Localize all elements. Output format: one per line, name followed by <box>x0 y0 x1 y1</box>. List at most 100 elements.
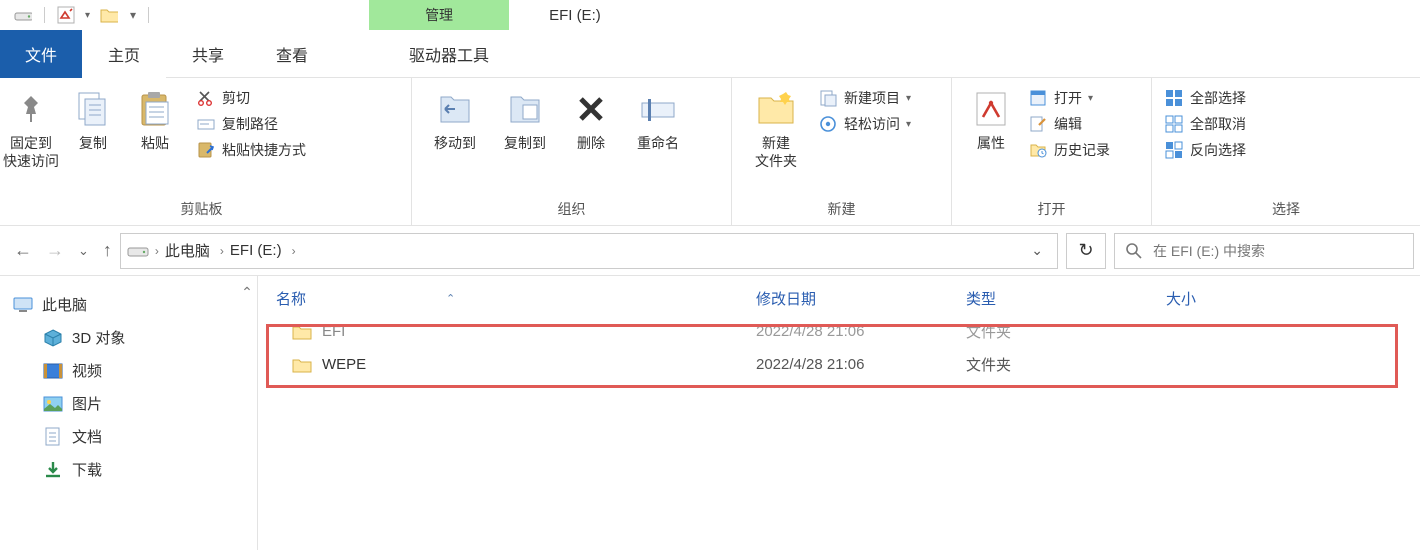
new-item-icon <box>818 88 838 108</box>
contextual-tab-manage[interactable]: 管理 <box>369 0 509 30</box>
qat-divider <box>44 7 45 23</box>
file-type: 文件夹 <box>966 321 1166 342</box>
breadcrumb-this-pc[interactable]: 此电脑› <box>165 240 224 261</box>
paste-label: 粘贴 <box>141 134 169 152</box>
cut-button[interactable]: 剪切 <box>196 88 306 108</box>
nav-pictures[interactable]: 图片 <box>0 387 237 420</box>
ribbon: 固定到 快速访问 复制 粘贴 剪切 <box>0 78 1420 226</box>
nav-3d-objects[interactable]: 3D 对象 <box>0 321 237 354</box>
tab-share[interactable]: 共享 <box>166 30 250 78</box>
search-icon <box>1125 242 1143 260</box>
column-modified[interactable]: 修改日期 <box>756 288 966 309</box>
title-bar: ▾ ▾ 管理 EFI (E:) <box>0 0 1420 30</box>
chevron-right-icon[interactable]: › <box>292 244 296 258</box>
back-button[interactable]: ← <box>14 240 32 261</box>
folder-qat-icon[interactable] <box>100 6 118 24</box>
paste-button[interactable]: 粘贴 <box>124 82 186 152</box>
open-button[interactable]: 打开 ▾ <box>1028 88 1110 108</box>
organize-group-label: 组织 <box>420 195 723 225</box>
refresh-button[interactable]: ↻ <box>1066 233 1106 269</box>
address-bar[interactable]: › 此电脑› EFI (E:)› ⌄ <box>120 233 1058 269</box>
new-folder-button[interactable]: 新建 文件夹 <box>740 82 812 170</box>
move-to-label: 移动到 <box>434 134 476 152</box>
nav-this-pc-label: 此电脑 <box>42 294 87 315</box>
new-item-button[interactable]: 新建项目 ▾ <box>818 88 911 108</box>
tab-view[interactable]: 查看 <box>250 30 334 78</box>
video-icon <box>42 361 64 381</box>
column-name[interactable]: 名称 <box>276 288 306 309</box>
move-to-icon <box>434 88 476 130</box>
file-row[interactable]: WEPE 2022/4/28 21:06 文件夹 <box>258 348 1420 381</box>
open-label: 打开 <box>1054 88 1082 108</box>
move-to-button[interactable]: 移动到 <box>420 82 490 152</box>
invert-selection-button[interactable]: 反向选择 <box>1164 140 1246 160</box>
copy-label: 复制 <box>79 134 107 152</box>
easy-access-button[interactable]: 轻松访问 ▾ <box>818 114 911 134</box>
column-type[interactable]: 类型 <box>966 288 1166 309</box>
delete-icon <box>570 88 612 130</box>
ribbon-group-new: 新建 文件夹 新建项目 ▾ 轻松访问 ▾ 新建 <box>732 78 952 225</box>
copy-to-icon <box>504 88 546 130</box>
qat-dropdown-icon[interactable]: ▾ <box>85 10 90 21</box>
copy-path-button[interactable]: 复制路径 <box>196 114 306 134</box>
column-size[interactable]: 大小 <box>1166 288 1286 309</box>
forward-button[interactable]: → <box>46 240 64 261</box>
nav-downloads[interactable]: 下载 <box>0 453 237 486</box>
ribbon-group-select: 全部选择 全部取消 反向选择 选择 <box>1152 78 1420 225</box>
select-none-icon <box>1164 114 1184 134</box>
tab-drive-tools[interactable]: 驱动器工具 <box>379 30 519 78</box>
edit-label: 编辑 <box>1054 114 1082 134</box>
chevron-right-icon[interactable]: › <box>155 244 159 258</box>
properties-label: 属性 <box>977 134 1005 152</box>
dropdown-icon: ▾ <box>1088 93 1093 104</box>
recent-locations-button[interactable]: ⌄ <box>78 243 89 259</box>
sidebar-scroll-up-icon[interactable]: ⌃ <box>237 276 257 550</box>
history-label: 历史记录 <box>1054 140 1110 160</box>
cube-icon <box>42 328 64 348</box>
copy-path-label: 复制路径 <box>222 114 278 134</box>
properties-qat-icon[interactable] <box>57 6 75 24</box>
copy-path-icon <box>196 114 216 134</box>
rename-label: 重命名 <box>637 134 679 152</box>
invert-selection-icon <box>1164 140 1184 160</box>
paste-shortcut-label: 粘贴快捷方式 <box>222 140 306 160</box>
breadcrumb-drive[interactable]: EFI (E:)› <box>230 242 296 259</box>
search-box[interactable]: 在 EFI (E:) 中搜索 <box>1114 233 1414 269</box>
this-pc-icon <box>12 295 34 315</box>
nav-this-pc[interactable]: 此电脑 <box>0 288 237 321</box>
tab-home[interactable]: 主页 <box>82 30 166 78</box>
delete-button[interactable]: 删除 <box>560 82 622 152</box>
window-title: EFI (E:) <box>549 7 601 24</box>
rename-button[interactable]: 重命名 <box>622 82 694 152</box>
select-all-button[interactable]: 全部选择 <box>1164 88 1246 108</box>
file-row[interactable]: EFI 2022/4/28 21:06 文件夹 <box>258 315 1420 348</box>
drive-crumb-icon <box>127 243 149 259</box>
pin-label: 固定到 快速访问 <box>3 134 59 170</box>
nav-documents[interactable]: 文档 <box>0 420 237 453</box>
pin-to-quick-access-button[interactable]: 固定到 快速访问 <box>0 82 62 170</box>
qat-customize-icon[interactable]: ▾ <box>130 8 136 22</box>
file-list-pane: 名称 ⌃ 修改日期 类型 大小 EFI 2022/4/28 21:06 文件夹 … <box>258 276 1420 550</box>
paste-shortcut-button[interactable]: 粘贴快捷方式 <box>196 140 306 160</box>
tab-file[interactable]: 文件 <box>0 30 82 78</box>
history-button[interactable]: 历史记录 <box>1028 140 1110 160</box>
select-none-button[interactable]: 全部取消 <box>1164 114 1246 134</box>
ribbon-group-clipboard: 固定到 快速访问 复制 粘贴 剪切 <box>0 78 412 225</box>
chevron-right-icon[interactable]: › <box>220 244 224 258</box>
file-name: EFI <box>322 323 345 340</box>
copy-button[interactable]: 复制 <box>62 82 124 152</box>
up-button[interactable]: ↑ <box>103 240 112 261</box>
new-folder-label: 新建 文件夹 <box>755 134 797 170</box>
nav-videos[interactable]: 视频 <box>0 354 237 387</box>
easy-access-icon <box>818 114 838 134</box>
drive-icon <box>14 6 32 24</box>
edit-button[interactable]: 编辑 <box>1028 114 1110 134</box>
properties-button[interactable]: 属性 <box>960 82 1022 152</box>
ribbon-group-organize: 移动到 复制到 删除 重命名 组织 <box>412 78 732 225</box>
delete-label: 删除 <box>577 134 605 152</box>
qat-divider-2 <box>148 7 149 23</box>
copy-to-button[interactable]: 复制到 <box>490 82 560 152</box>
nav-pictures-label: 图片 <box>72 393 102 414</box>
address-dropdown-icon[interactable]: ⌄ <box>1023 242 1051 259</box>
properties-icon <box>970 88 1012 130</box>
